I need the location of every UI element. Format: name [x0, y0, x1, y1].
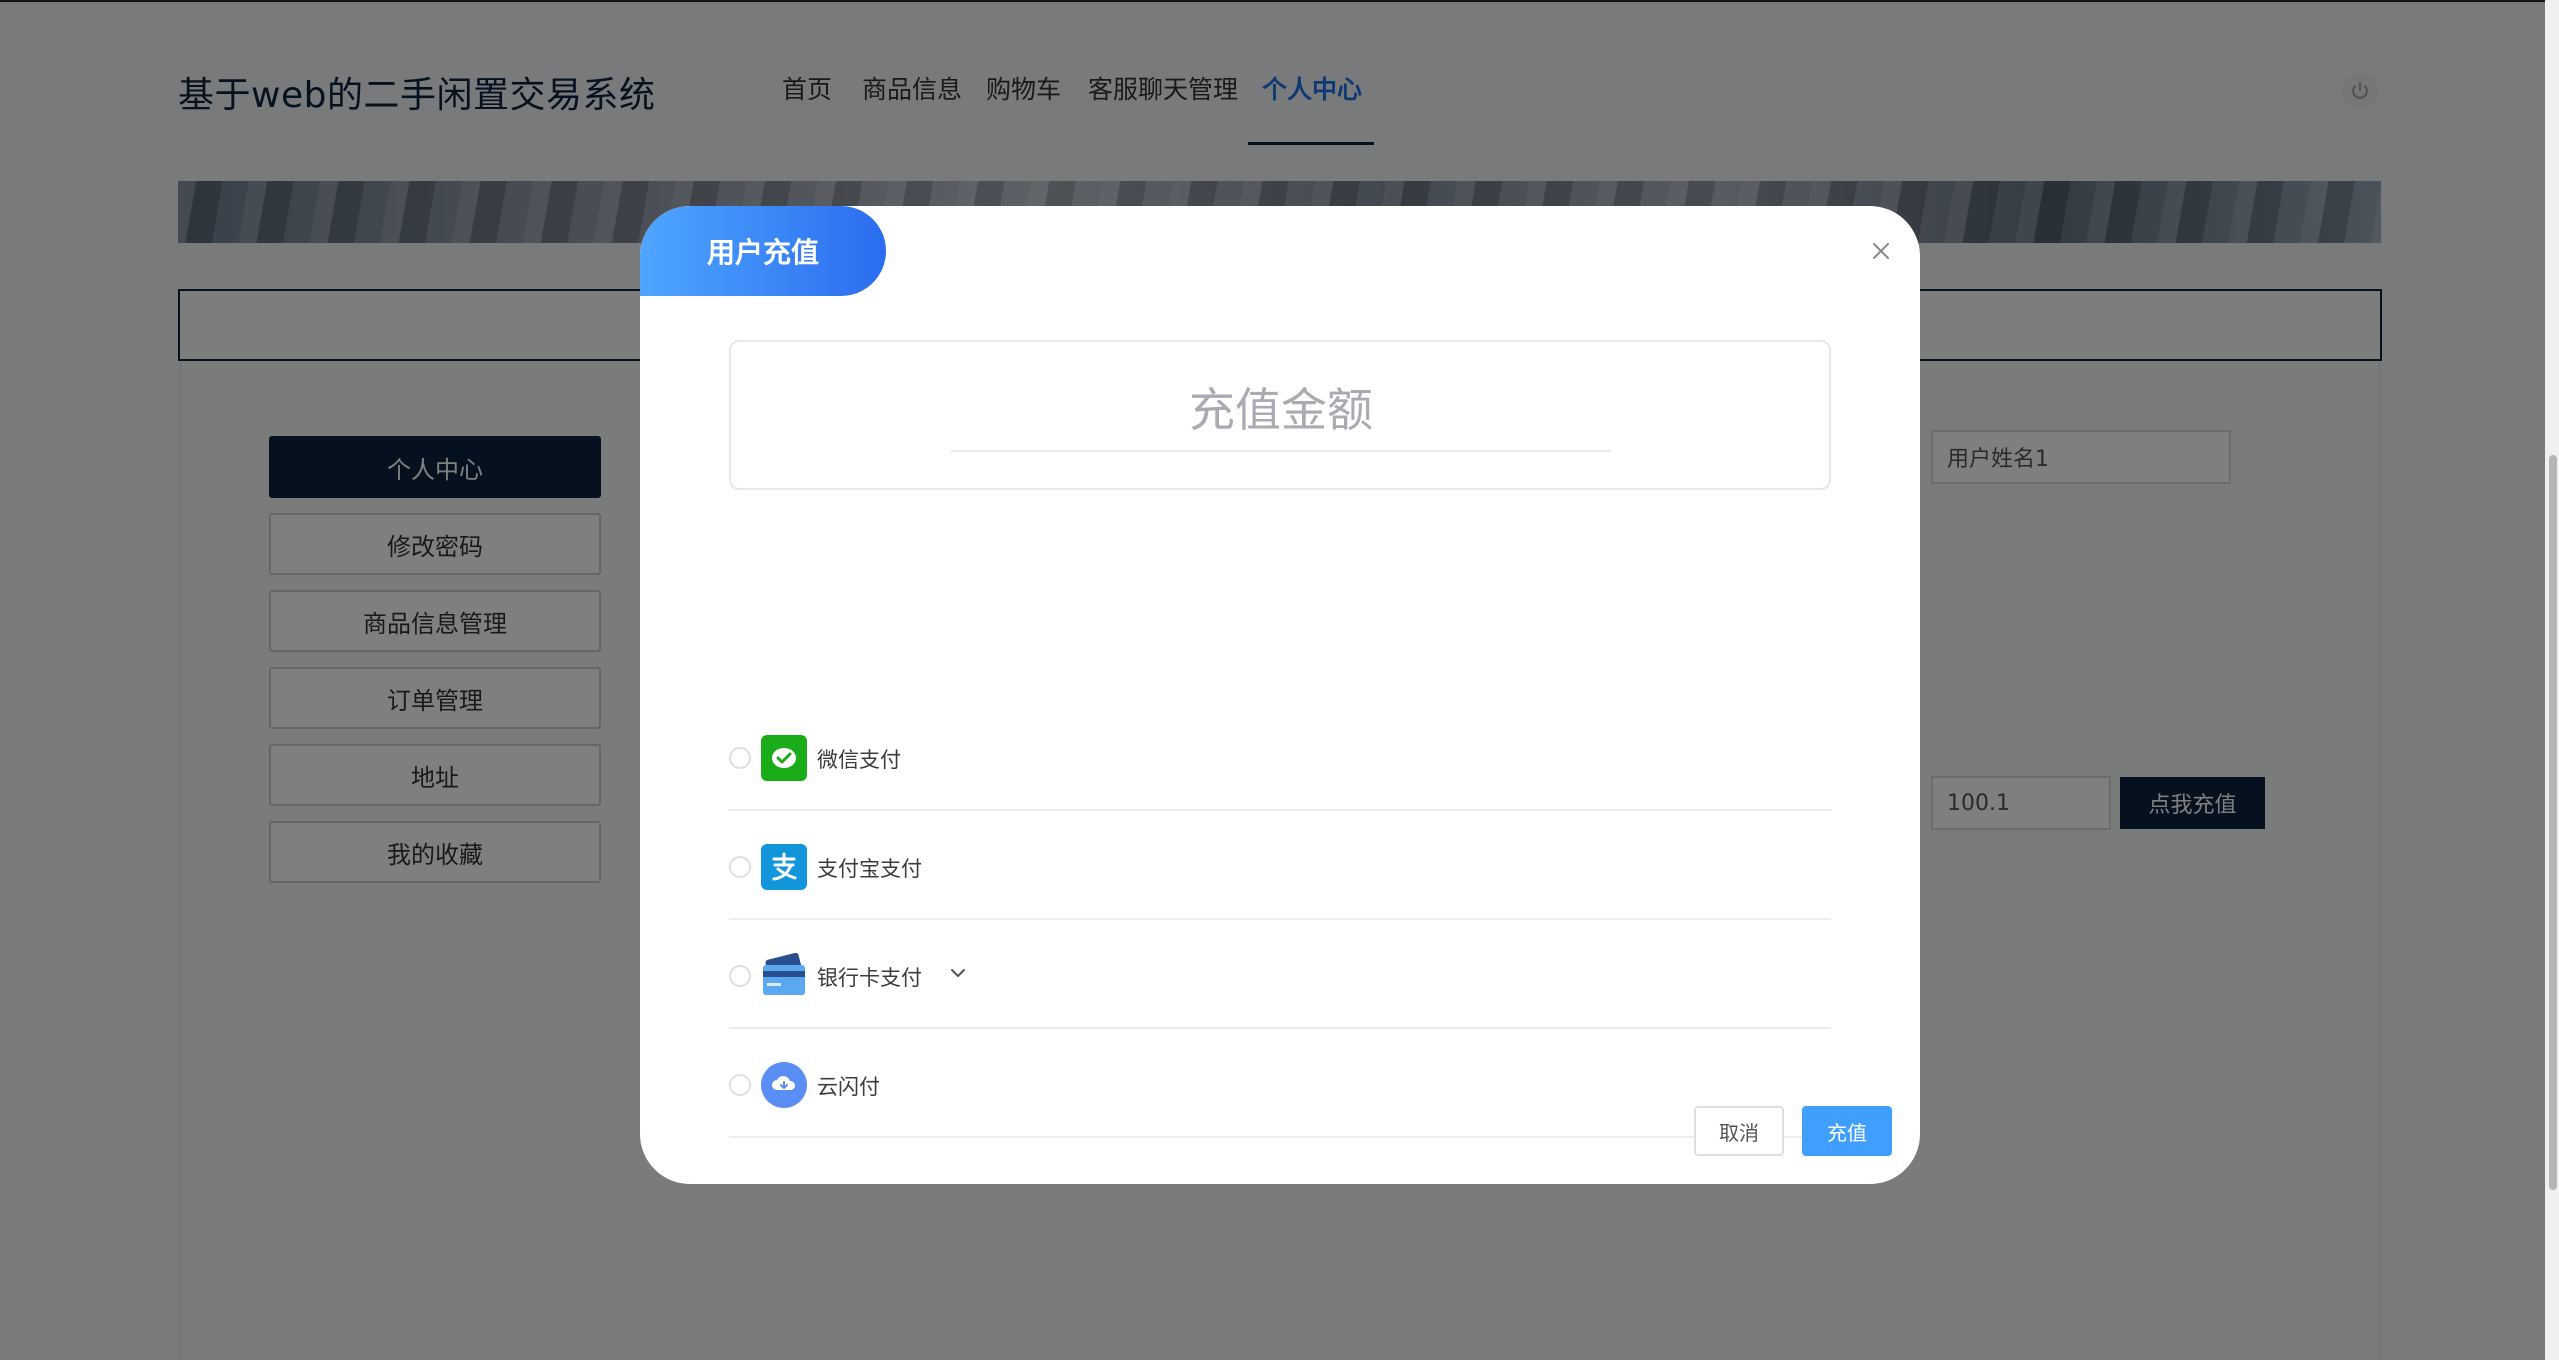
radio-alipay[interactable]: [729, 856, 751, 878]
chevron-down-icon[interactable]: [947, 962, 969, 984]
page-scrollbar-thumb[interactable]: [2549, 455, 2557, 1190]
payment-option-alipay[interactable]: 支付宝支付: [729, 811, 1831, 920]
payment-option-bank-card[interactable]: 银行卡支付: [729, 920, 1831, 1029]
dialog-title: 用户充值: [640, 206, 886, 296]
cancel-button[interactable]: 取消: [1694, 1106, 1784, 1156]
payment-label-alipay: 支付宝支付: [817, 857, 922, 881]
radio-wechat[interactable]: [729, 747, 751, 769]
wechat-pay-icon: [761, 735, 807, 781]
close-icon[interactable]: [1866, 236, 1896, 266]
confirm-recharge-button[interactable]: 充值: [1802, 1106, 1892, 1156]
amount-input[interactable]: [951, 370, 1611, 452]
payment-option-cloud-quickpass[interactable]: 云闪付: [729, 1029, 1831, 1138]
unionpay-cloud-icon: [761, 1062, 807, 1108]
bank-card-icon: [761, 953, 807, 999]
payment-label-wechat: 微信支付: [817, 748, 901, 772]
recharge-dialog: 用户充值 微信支付: [640, 206, 1920, 1184]
payment-option-wechat[interactable]: 微信支付: [729, 702, 1831, 811]
app-root: 基于web的二手闲置交易系统 首页 商品信息 购物车 客服聊天管理 个人中心 个…: [0, 0, 2559, 1360]
alipay-icon: [761, 844, 807, 890]
radio-cloud-quickpass[interactable]: [729, 1074, 751, 1096]
amount-box: [729, 340, 1831, 490]
radio-bank-card[interactable]: [729, 965, 751, 987]
payment-label-cloud-quickpass: 云闪付: [817, 1075, 880, 1099]
payment-label-bank-card: 银行卡支付: [817, 966, 922, 990]
